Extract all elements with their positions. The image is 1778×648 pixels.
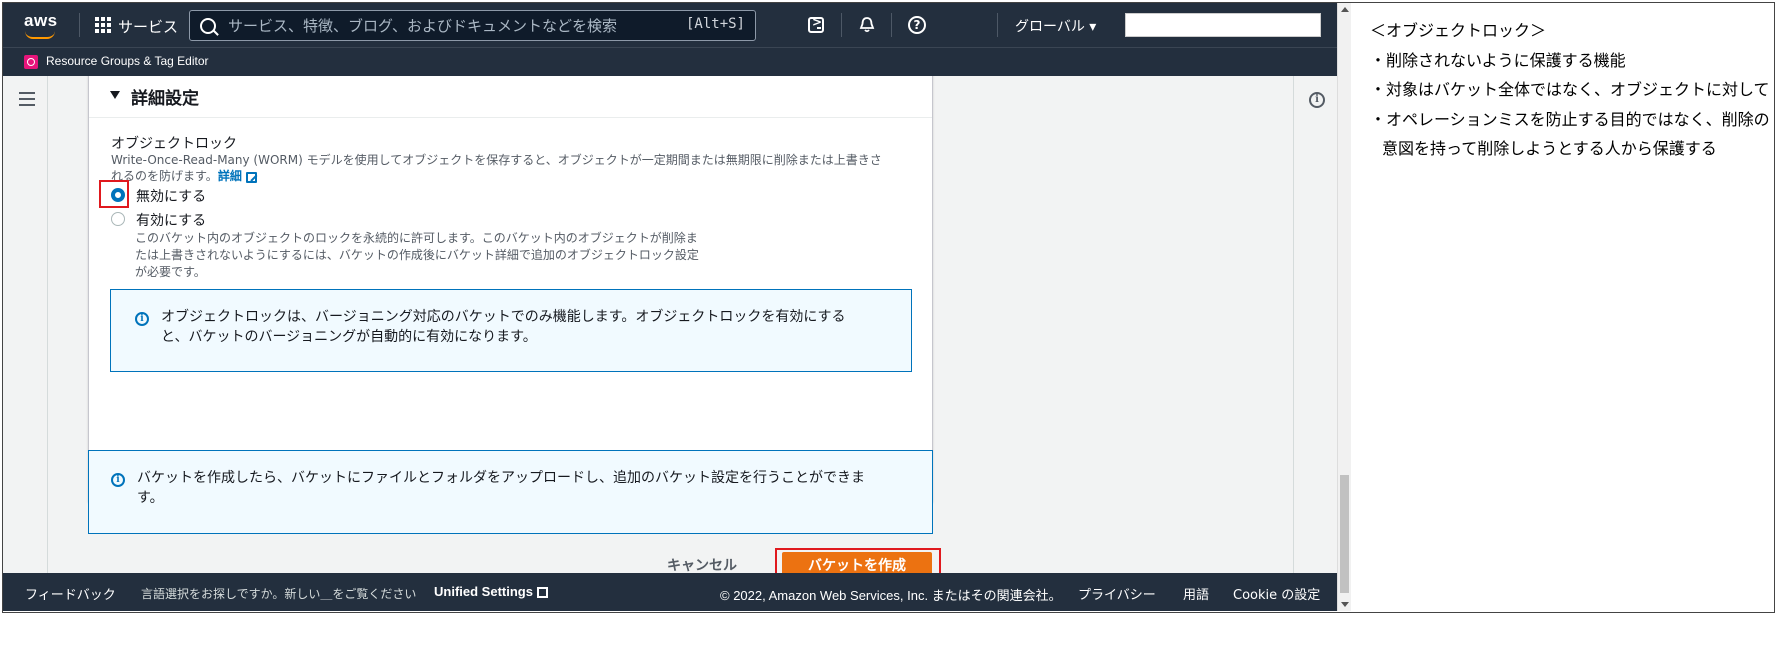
aws-logo[interactable]: aws bbox=[21, 11, 65, 39]
panel-header[interactable]: 詳細設定 bbox=[89, 76, 932, 118]
versioning-alert-line-2: と、バケットのバージョニングが自動的に有効になります。 bbox=[161, 329, 537, 345]
footer: フィードバック 言語選択をお探しですか。新しい＿をご覧ください Unified … bbox=[3, 573, 1337, 611]
versioning-info-alert: i オブジェクトロックは、バージョニング対応のバケットでのみ機能します。オブジェ… bbox=[110, 289, 912, 372]
post-create-alert-line-1: バケットを作成したら、バケットにファイルとフォルダをアップロードし、追加のバケッ… bbox=[137, 470, 865, 486]
aws-smile-icon bbox=[25, 31, 55, 39]
tools-divider bbox=[1293, 76, 1294, 574]
annotation-notes: ＜オブジェクトロック＞ ・削除されないように保護する機能 ・対象はバケット全体で… bbox=[1370, 16, 1770, 164]
help-button[interactable]: ? bbox=[906, 14, 928, 36]
main-content: i 詳細設定 オブジェクトロック Write-Once-Read-Many (W… bbox=[3, 76, 1337, 574]
versioning-alert-text: オブジェクトロックは、バージョニング対応のバケットでのみ機能します。オブジェクト… bbox=[161, 307, 845, 347]
external-link-icon bbox=[536, 587, 548, 598]
object-lock-desc-line-1: Write-Once-Read-Many (WORM) モデルを使用してオブジェ… bbox=[111, 153, 882, 167]
notes-line-2: ・対象はバケット全体ではなく、オブジェクトに対して bbox=[1370, 80, 1770, 99]
page-scrollbar[interactable] bbox=[1337, 3, 1351, 611]
post-create-info-alert: i バケットを作成したら、バケットにファイルとフォルダをアップロードし、追加のバ… bbox=[88, 450, 933, 534]
bell-icon bbox=[859, 17, 875, 33]
radio-disable-input[interactable] bbox=[111, 188, 125, 202]
radio-enable-label: 有効にする bbox=[136, 213, 207, 229]
unified-settings-label: Unified Settings bbox=[434, 584, 533, 599]
top-navigation: aws サービス [Alt+S] ? グローバル ▾ bbox=[3, 3, 1337, 47]
global-search[interactable]: [Alt+S] bbox=[189, 10, 756, 41]
hamburger-menu-icon[interactable] bbox=[19, 92, 35, 106]
account-menu[interactable] bbox=[1125, 13, 1321, 37]
object-lock-description: Write-Once-Read-Many (WORM) モデルを使用してオブジェ… bbox=[111, 152, 911, 184]
scroll-up-icon[interactable] bbox=[1341, 7, 1349, 12]
notifications-button[interactable] bbox=[856, 14, 878, 36]
unified-settings-link[interactable]: Unified Settings bbox=[434, 584, 548, 599]
search-icon bbox=[200, 18, 216, 34]
sidebar-divider bbox=[47, 76, 48, 574]
radio-disable-label: 無効にする bbox=[136, 189, 207, 205]
notes-line-3: ・オペレーションミスを防止する目的ではなく、削除の bbox=[1370, 109, 1770, 129]
post-create-alert-line-2: す。 bbox=[137, 490, 164, 506]
info-panel-icon[interactable]: i bbox=[1309, 92, 1325, 108]
help-icon: ? bbox=[908, 16, 926, 34]
services-grid-icon[interactable] bbox=[95, 17, 111, 33]
advanced-settings-panel: 詳細設定 オブジェクトロック Write-Once-Read-Many (WOR… bbox=[88, 76, 933, 502]
panel-title: 詳細設定 bbox=[131, 89, 199, 109]
object-lock-desc-line-2: れるのを防げます。詳細 bbox=[111, 168, 911, 184]
resource-groups-icon bbox=[24, 55, 38, 69]
favorites-bar: Resource Groups & Tag Editor bbox=[3, 47, 1337, 76]
language-prompt: 言語選択をお探しですか。新しい＿をご覧ください bbox=[141, 587, 417, 601]
services-menu[interactable]: サービス bbox=[118, 16, 178, 37]
info-icon: i bbox=[111, 473, 125, 487]
cookie-settings-link[interactable]: Cookie の設定 bbox=[1233, 584, 1320, 603]
info-icon: i bbox=[135, 312, 149, 326]
nav-divider bbox=[891, 13, 892, 37]
feedback-link[interactable]: フィードバック bbox=[25, 584, 116, 603]
scroll-thumb[interactable] bbox=[1340, 475, 1349, 593]
cloudshell-icon bbox=[808, 15, 824, 33]
radio-enable-description: このバケット内のオブジェクトのロックを永続的に許可します。このバケット内のオブジ… bbox=[135, 231, 699, 279]
favorite-resource-groups[interactable]: Resource Groups & Tag Editor bbox=[46, 54, 209, 68]
notes-line-4: 意図を持って削除しようとする人から保護する bbox=[1382, 139, 1717, 158]
cancel-button[interactable]: キャンセル bbox=[667, 555, 737, 574]
notes-title: ＜オブジェクトロック＞ bbox=[1370, 21, 1547, 40]
copyright-text: © 2022, Amazon Web Services, Inc. またはその関… bbox=[720, 588, 1062, 603]
region-selector[interactable]: グローバル ▾ bbox=[1015, 16, 1096, 36]
nav-divider bbox=[79, 13, 80, 37]
aws-logo-text: aws bbox=[24, 11, 58, 30]
object-lock-label: オブジェクトロック bbox=[111, 136, 237, 152]
nav-divider bbox=[841, 13, 842, 37]
radio-enable-input[interactable] bbox=[111, 212, 125, 226]
create-bucket-button[interactable]: バケットを作成 bbox=[782, 552, 932, 574]
terms-link[interactable]: 用語 bbox=[1183, 584, 1209, 603]
versioning-alert-line-1: オブジェクトロックは、バージョニング対応のバケットでのみ機能します。オブジェクト… bbox=[161, 309, 846, 325]
nav-divider bbox=[997, 13, 998, 37]
details-link[interactable]: 詳細 bbox=[218, 169, 242, 183]
external-link-icon bbox=[245, 172, 257, 183]
cloudshell-button[interactable] bbox=[805, 14, 827, 36]
scroll-down-icon[interactable] bbox=[1341, 602, 1349, 607]
privacy-link[interactable]: プライバシー bbox=[1078, 584, 1156, 603]
caret-down-icon bbox=[110, 91, 120, 99]
search-shortcut-hint: [Alt+S] bbox=[685, 16, 745, 32]
search-input[interactable] bbox=[226, 14, 670, 38]
notes-line-1: ・削除されないように保護する機能 bbox=[1370, 50, 1626, 70]
post-create-alert-text: バケットを作成したら、バケットにファイルとフォルダをアップロードし、追加のバケッ… bbox=[137, 468, 865, 508]
